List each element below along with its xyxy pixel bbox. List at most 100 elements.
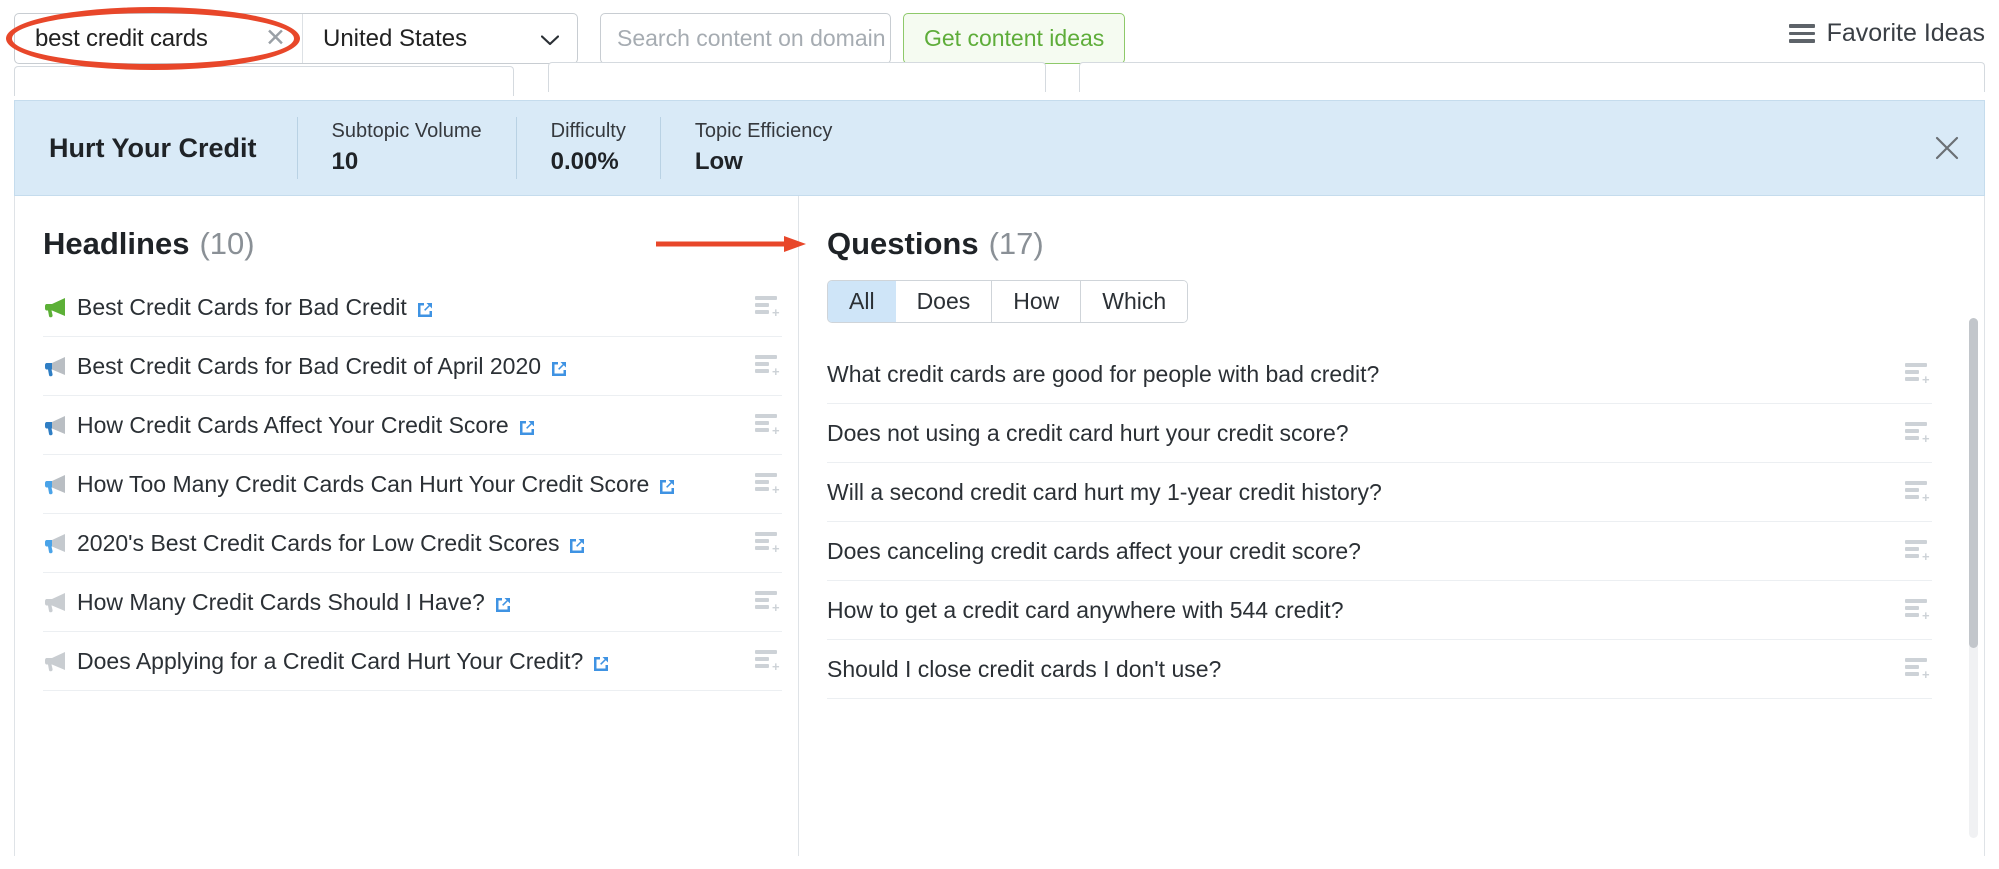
question-row[interactable]: How to get a credit card anywhere with 5… bbox=[827, 581, 1932, 640]
tab-which[interactable]: Which bbox=[1081, 281, 1188, 322]
headline-text: Best Credit Cards for Bad Credit bbox=[77, 293, 407, 320]
metric-difficulty: Difficulty 0.00% bbox=[515, 117, 660, 179]
add-to-list-icon[interactable]: + bbox=[1905, 422, 1932, 445]
add-to-list-icon[interactable]: + bbox=[755, 355, 782, 378]
external-link-icon[interactable] bbox=[568, 534, 586, 553]
add-to-list-icon[interactable]: + bbox=[1905, 658, 1932, 681]
headline-row[interactable]: Does Applying for a Credit Card Hurt You… bbox=[43, 632, 782, 691]
headline-text-wrap: Best Credit Cards for Bad Credit of Apri… bbox=[77, 353, 755, 380]
keyword-search-input[interactable]: best credit cards ✕ bbox=[15, 14, 303, 63]
headline-text: How Many Credit Cards Should I Have? bbox=[77, 588, 485, 615]
results-panels: Headlines (10) Best Credit Cards for Bad… bbox=[14, 196, 1985, 856]
questions-header: Questions (17) bbox=[799, 196, 1984, 262]
megaphone-icon bbox=[43, 296, 77, 318]
headline-row[interactable]: 2020's Best Credit Cards for Low Credit … bbox=[43, 514, 782, 573]
add-to-list-icon[interactable]: + bbox=[1905, 481, 1932, 504]
metric-label: Topic Efficiency bbox=[694, 120, 833, 142]
headline-row[interactable]: How Too Many Credit Cards Can Hurt Your … bbox=[43, 455, 782, 514]
headlines-list: Best Credit Cards for Bad Credit + Best … bbox=[15, 278, 798, 691]
questions-title: Questions bbox=[827, 226, 979, 261]
metric-label: Subtopic Volume bbox=[331, 120, 482, 142]
card-stub-2 bbox=[548, 62, 1046, 92]
megaphone-icon bbox=[43, 591, 77, 613]
clear-icon[interactable]: ✕ bbox=[265, 26, 292, 51]
add-to-list-icon[interactable]: + bbox=[755, 414, 782, 437]
domain-search-input[interactable]: Search content on domain bbox=[600, 13, 891, 64]
content-ideas-page: best credit cards ✕ United States Search… bbox=[0, 0, 1999, 869]
headline-row[interactable]: How Many Credit Cards Should I Have? + bbox=[43, 573, 782, 632]
megaphone-icon bbox=[43, 650, 77, 672]
question-text: Does canceling credit cards affect your … bbox=[827, 537, 1361, 564]
megaphone-icon bbox=[43, 414, 77, 436]
headlines-header: Headlines (10) bbox=[15, 196, 798, 262]
question-row[interactable]: What credit cards are good for people wi… bbox=[827, 345, 1932, 404]
add-to-list-icon[interactable]: + bbox=[755, 650, 782, 673]
headline-text: Does Applying for a Credit Card Hurt You… bbox=[77, 647, 584, 674]
get-content-ideas-label: Get content ideas bbox=[924, 25, 1105, 51]
headline-text-wrap: How Too Many Credit Cards Can Hurt Your … bbox=[77, 471, 755, 498]
external-link-icon[interactable] bbox=[658, 475, 676, 494]
add-to-list-icon[interactable]: + bbox=[755, 591, 782, 614]
question-filter-tabs: All Does How Which bbox=[827, 280, 1189, 323]
questions-scrollbar-thumb[interactable] bbox=[1969, 318, 1978, 648]
add-to-list-icon[interactable]: + bbox=[1905, 363, 1932, 386]
question-text: What credit cards are good for people wi… bbox=[827, 360, 1380, 387]
domain-search-placeholder: Search content on domain bbox=[617, 25, 886, 51]
headline-text: How Credit Cards Affect Your Credit Scor… bbox=[77, 411, 509, 438]
headline-text: 2020's Best Credit Cards for Low Credit … bbox=[77, 529, 560, 556]
add-to-list-icon[interactable]: + bbox=[755, 532, 782, 555]
subtopic-title: Hurt Your Credit bbox=[49, 132, 257, 163]
headline-text-wrap: How Credit Cards Affect Your Credit Scor… bbox=[77, 412, 755, 439]
keyword-country-group: best credit cards ✕ United States bbox=[14, 13, 578, 64]
subtopic-metrics-bar: Hurt Your Credit Subtopic Volume 10 Diff… bbox=[14, 100, 1985, 196]
headline-text-wrap: 2020's Best Credit Cards for Low Credit … bbox=[77, 530, 755, 557]
chevron-down-icon bbox=[540, 33, 560, 46]
question-row[interactable]: Will a second credit card hurt my 1-year… bbox=[827, 463, 1932, 522]
headline-row[interactable]: How Credit Cards Affect Your Credit Scor… bbox=[43, 396, 782, 455]
headline-text-wrap: Best Credit Cards for Bad Credit bbox=[77, 294, 755, 321]
external-link-icon[interactable] bbox=[550, 357, 568, 376]
tab-all[interactable]: All bbox=[828, 281, 897, 322]
tab-how[interactable]: How bbox=[992, 281, 1082, 322]
metric-subtopic-volume: Subtopic Volume 10 bbox=[296, 117, 516, 179]
questions-panel: Questions (17) All Does How Which What c… bbox=[799, 196, 1984, 856]
metric-value: Low bbox=[694, 148, 743, 175]
headline-text-wrap: How Many Credit Cards Should I Have? bbox=[77, 589, 755, 616]
list-icon bbox=[1788, 24, 1815, 43]
headline-row[interactable]: Best Credit Cards for Bad Credit of Apri… bbox=[43, 337, 782, 396]
close-icon[interactable] bbox=[1932, 133, 1962, 163]
headline-text: How Too Many Credit Cards Can Hurt Your … bbox=[77, 470, 650, 497]
headline-row[interactable]: Best Credit Cards for Bad Credit + bbox=[43, 278, 782, 337]
add-to-list-icon[interactable]: + bbox=[755, 473, 782, 496]
card-stub-3 bbox=[1079, 62, 1985, 92]
add-to-list-icon[interactable]: + bbox=[1905, 540, 1932, 563]
question-row[interactable]: Does canceling credit cards affect your … bbox=[827, 522, 1932, 581]
get-content-ideas-button[interactable]: Get content ideas bbox=[903, 13, 1126, 64]
metric-topic-efficiency: Topic Efficiency Low bbox=[659, 117, 866, 179]
headline-text: Best Credit Cards for Bad Credit of Apri… bbox=[77, 352, 542, 379]
keyword-search-value: best credit cards bbox=[35, 24, 208, 52]
external-link-icon[interactable] bbox=[518, 416, 536, 435]
external-link-icon[interactable] bbox=[494, 593, 512, 612]
headlines-title: Headlines bbox=[43, 226, 190, 261]
tab-does[interactable]: Does bbox=[895, 281, 993, 322]
question-text: Will a second credit card hurt my 1-year… bbox=[827, 478, 1382, 505]
favorite-ideas-label: Favorite Ideas bbox=[1826, 19, 1985, 47]
top-toolbar: best credit cards ✕ United States Search… bbox=[0, 0, 1999, 96]
megaphone-icon bbox=[43, 532, 77, 554]
headlines-count: (10) bbox=[199, 226, 255, 261]
favorite-ideas-button[interactable]: Favorite Ideas bbox=[1788, 19, 1985, 48]
questions-list: What credit cards are good for people wi… bbox=[799, 345, 1984, 699]
question-row[interactable]: Does not using a credit card hurt your c… bbox=[827, 404, 1932, 463]
add-to-list-icon[interactable]: + bbox=[1905, 599, 1932, 622]
metric-value: 10 bbox=[331, 148, 359, 175]
external-link-icon[interactable] bbox=[416, 298, 434, 317]
external-link-icon[interactable] bbox=[592, 652, 610, 671]
question-row[interactable]: Should I close credit cards I don't use?… bbox=[827, 640, 1932, 699]
country-select[interactable]: United States bbox=[303, 14, 577, 63]
questions-count: (17) bbox=[988, 226, 1044, 261]
question-text: How to get a credit card anywhere with 5… bbox=[827, 596, 1344, 623]
metric-label: Difficulty bbox=[550, 120, 626, 142]
country-select-value: United States bbox=[323, 24, 468, 52]
add-to-list-icon[interactable]: + bbox=[755, 296, 782, 319]
